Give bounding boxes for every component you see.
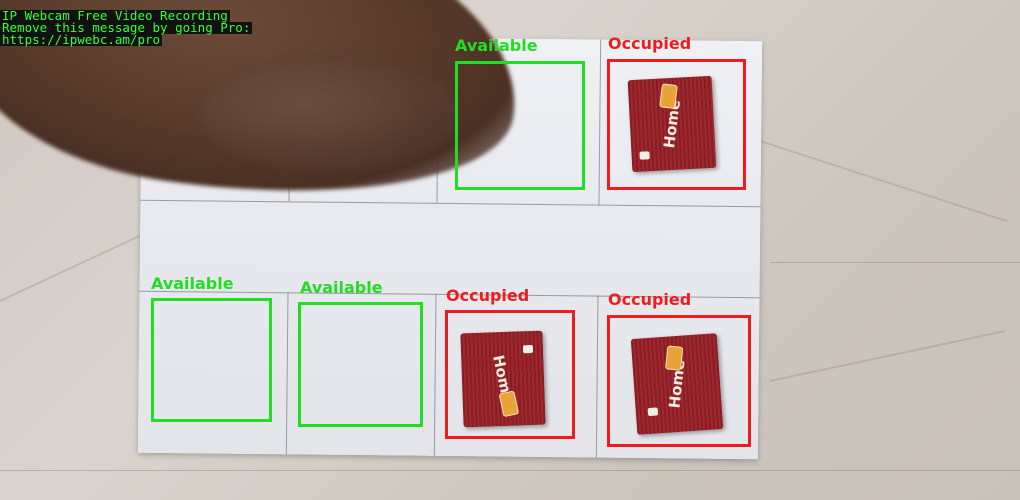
grid-line	[140, 199, 761, 208]
slot-status-label: Occupied	[446, 286, 530, 305]
floor-seam	[0, 470, 1020, 471]
slot-box-available[interactable]	[298, 302, 423, 427]
slot-box-available[interactable]	[455, 61, 585, 190]
slot-status-label: Available	[151, 274, 234, 293]
slot-box-occupied[interactable]	[607, 315, 751, 447]
slot-status-label: Available	[455, 36, 538, 55]
slot-box-occupied[interactable]	[445, 310, 575, 439]
floor-vein	[0, 232, 146, 302]
floor-vein	[769, 330, 1005, 382]
slot-box-occupied[interactable]	[607, 59, 746, 190]
slot-status-label: Available	[300, 278, 383, 297]
grid-line	[598, 39, 602, 205]
slot-box-available[interactable]	[151, 298, 272, 422]
grid-line	[595, 295, 599, 458]
slot-status-label: Occupied	[608, 290, 692, 309]
camera-frame: Home Home Home Available Occupied Availa…	[0, 0, 1020, 500]
grid-line	[433, 293, 437, 456]
slot-status-label: Occupied	[608, 34, 692, 53]
floor-seam	[770, 262, 1020, 263]
webcam-watermark: IP Webcam Free Video Recording Remove th…	[0, 9, 253, 47]
grid-line	[285, 292, 289, 455]
watermark-line: https://ipwebc.am/pro	[0, 32, 163, 47]
floor-vein	[759, 140, 1008, 223]
hand-blur	[200, 60, 460, 170]
